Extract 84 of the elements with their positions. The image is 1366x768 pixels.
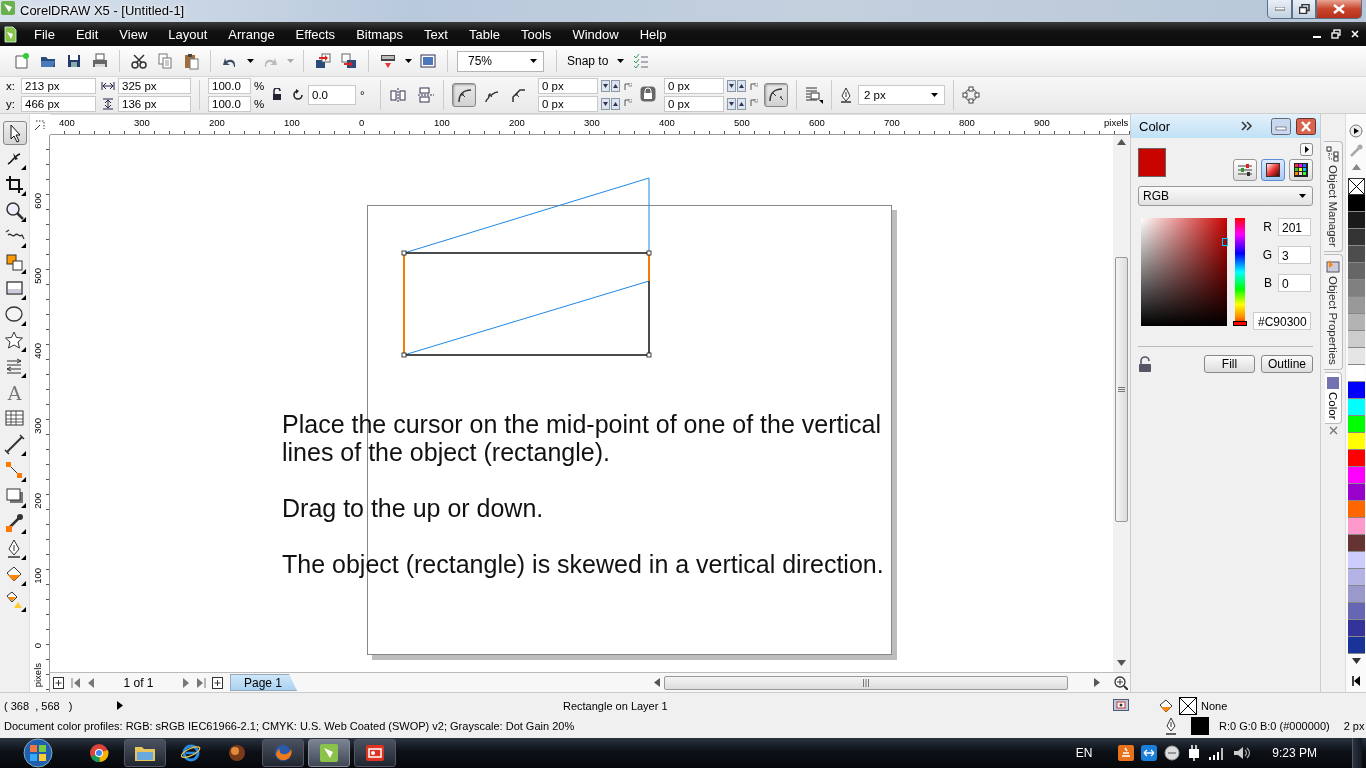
color-profiles-info: Document color profiles: RGB: sRGB IEC61966-2.1; CMYK: U.S. Web Coated (SWOP) v2; Grayscale: Dot Gain 20% — [4, 720, 575, 732]
x-position-field[interactable]: 213 px — [21, 78, 96, 94]
menu-item[interactable]: Bitmaps — [355, 26, 405, 42]
field-label: x: — [6, 80, 16, 92]
corner-radius-field[interactable]: 0 px — [664, 96, 724, 112]
menu-item[interactable]: File — [33, 26, 56, 42]
unit-label: % — [254, 80, 266, 92]
ruler-label: 400 — [59, 117, 75, 128]
menu-item[interactable]: View — [118, 26, 149, 42]
tool-button[interactable]: A — [2, 381, 27, 405]
instruction-text: Drag to the up or down. — [282, 494, 545, 522]
docker-button[interactable]: Fill — [1204, 355, 1255, 373]
ruler-label: 300 — [134, 117, 150, 128]
ruler-label: 300 — [584, 117, 600, 128]
letter-glyph: A — [7, 383, 22, 403]
menu-item[interactable]: Table — [467, 26, 501, 42]
ruler-label: 300 — [32, 418, 43, 434]
ruler-label: 200 — [509, 117, 525, 128]
color-model-dropdown[interactable]: RGB — [1138, 186, 1313, 206]
ruler-label: 100 — [32, 568, 43, 584]
rotation-field[interactable]: 0.0 — [308, 85, 356, 105]
ruler-unit: pixels — [1104, 117, 1129, 128]
width-field[interactable]: 325 px — [118, 78, 191, 94]
ruler-label: 900 — [1034, 117, 1050, 128]
outline-info: R:0 G:0 B:0 (#000000) — [1219, 720, 1330, 732]
menu-item[interactable]: Arrange — [227, 26, 276, 42]
menu-item[interactable]: Layout — [167, 26, 209, 42]
ruler-label: 0 — [359, 117, 365, 128]
page-counter: 1 of 1 — [122, 675, 155, 690]
page-tab[interactable]: Page 1 — [230, 674, 298, 691]
cursor-coordinates: ( 368 , 568 ) — [4, 700, 74, 712]
scale-x-field[interactable]: 100.0 — [208, 78, 251, 94]
ruler-label: 400 — [32, 343, 43, 359]
hex-value-field[interactable]: #C90300 — [1253, 312, 1311, 330]
ruler-label: 200 — [32, 493, 43, 509]
corner-radius-field[interactable]: 0 px — [664, 78, 724, 94]
selection-info: Rectangle on Layer 1 — [563, 700, 669, 712]
menu-item[interactable]: Text — [423, 26, 449, 42]
ruler-unit: pixels — [32, 663, 43, 688]
y-position-field[interactable]: 466 px — [21, 96, 96, 112]
height-field[interactable]: 136 px — [118, 96, 191, 112]
ruler-label: 600 — [32, 193, 43, 209]
fill-info: None — [1201, 700, 1228, 712]
channel-label: B — [1264, 276, 1272, 290]
docker-title: Color — [1139, 118, 1172, 134]
channel-value-field[interactable]: 3 — [1278, 246, 1311, 264]
channel-value-field[interactable]: 0 — [1278, 274, 1311, 292]
corner-radius-field[interactable]: 0 px — [538, 96, 598, 112]
side-tab[interactable]: Object Properties — [1323, 253, 1343, 370]
outline-width-info: 2 px — [1343, 720, 1365, 732]
zoom-level-dropdown[interactable]: 75% — [457, 50, 544, 72]
channel-label: R — [1263, 220, 1272, 234]
ruler-label: 700 — [884, 117, 900, 128]
window-title: CorelDRAW X5 - [Untitled-1] — [20, 3, 185, 18]
menu-item[interactable]: Help — [638, 26, 668, 42]
ruler-label: 800 — [959, 117, 975, 128]
ruler-label: 500 — [734, 117, 750, 128]
language-indicator: EN — [1075, 746, 1093, 760]
unit-label: % — [254, 98, 266, 110]
field-label: y: — [6, 98, 16, 110]
ruler-label: 200 — [209, 117, 225, 128]
ruler-label: 100 — [434, 117, 450, 128]
outline-width-dropdown[interactable]: 2 px — [858, 85, 945, 105]
ruler-label: 500 — [32, 268, 43, 284]
menu-item[interactable]: Edit — [74, 26, 100, 42]
menu-item[interactable]: Effects — [294, 26, 337, 42]
channel-value-field[interactable]: 201 — [1278, 218, 1311, 236]
menu-item[interactable]: Window — [571, 26, 620, 42]
ruler-label: 100 — [284, 117, 300, 128]
clock: 9:23 PM — [1272, 746, 1317, 760]
ruler-label: 400 — [659, 117, 675, 128]
ruler-label: 600 — [809, 117, 825, 128]
instruction-text: Place the cursor on the mid-point of one of the vertical lines of the object (rectangle). — [282, 410, 882, 466]
corner-radius-field[interactable]: 0 px — [538, 78, 598, 94]
menu-item[interactable]: Tools — [520, 26, 553, 42]
snap-to-dropdown[interactable]: Snap to — [563, 54, 629, 68]
ruler-label: 0 — [32, 643, 43, 649]
docker-button[interactable]: Outline — [1261, 355, 1313, 373]
scale-y-field[interactable]: 100.0 — [208, 96, 251, 112]
side-tab[interactable]: Color — [1324, 371, 1342, 425]
instruction-text: The object (rectangle) is skewed in a vertical direction. — [282, 550, 885, 578]
channel-label: G — [1262, 248, 1272, 262]
side-tab[interactable]: Object Manager — [1323, 141, 1343, 252]
unit-label: ° — [360, 89, 366, 101]
